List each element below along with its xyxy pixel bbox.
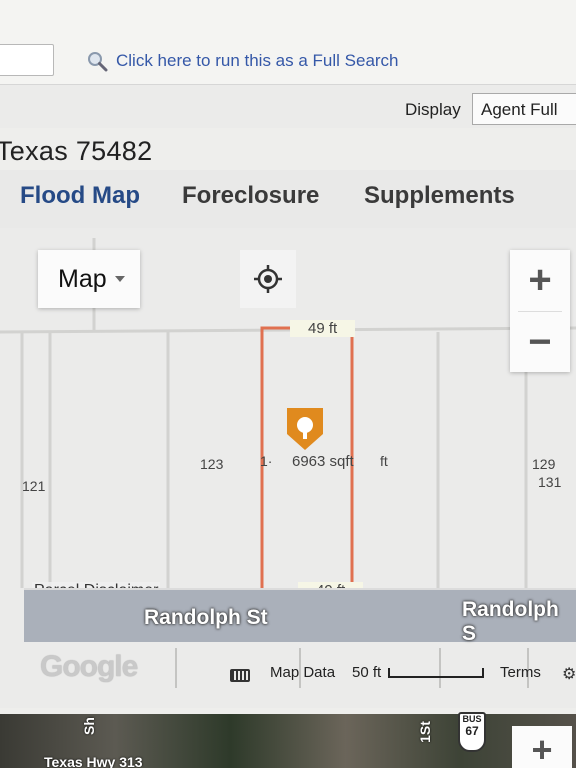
street-label: Randolph St: [144, 606, 268, 629]
highway-shield-icon: BUS 67: [458, 712, 486, 752]
top-bar: Click here to run this as a Full Search: [0, 0, 576, 84]
shield-top-label: BUS: [462, 714, 482, 724]
terms-link[interactable]: Terms: [500, 664, 541, 681]
tab-bar: Flood Map Foreclosure Supplements: [0, 170, 576, 228]
scale-bar: [388, 668, 484, 678]
display-label: Display: [405, 100, 461, 119]
top-dimension-label: 49 ft: [290, 320, 356, 337]
lot-number-label: 121: [22, 478, 46, 494]
search-input[interactable]: [0, 44, 54, 76]
keyboard-icon[interactable]: [230, 669, 250, 682]
map-type-label: Map: [58, 264, 107, 293]
full-search-text[interactable]: Click here to run this as a Full Search: [116, 51, 399, 71]
map-data-link[interactable]: Map Data: [270, 664, 335, 681]
shield-number-label: 67: [465, 724, 479, 738]
side-street-label: 1St: [416, 721, 433, 743]
street-label-right: Randolph S: [462, 598, 559, 645]
property-address: Texas 75482: [0, 136, 153, 166]
locate-button[interactable]: [240, 250, 296, 308]
scale-label: 50 ft: [352, 664, 382, 681]
tab-foreclosure[interactable]: Foreclosure: [182, 182, 319, 210]
display-select[interactable]: Agent Full: [472, 93, 576, 125]
gear-icon[interactable]: ⚙: [562, 664, 576, 684]
zoom-out-button[interactable]: −: [510, 312, 570, 373]
side-street-label: Sh: [80, 717, 97, 735]
road-label: Texas Hwy 313: [44, 754, 143, 768]
right-dimension-label: ft: [380, 453, 388, 469]
zoom-in-button[interactable]: +: [510, 250, 570, 311]
property-pin-icon: [287, 408, 323, 450]
display-row: Display Agent Full: [0, 84, 576, 128]
zoom-control: + −: [510, 250, 570, 372]
chevron-down-icon: [114, 276, 125, 282]
crosshair-icon: [254, 265, 282, 293]
satellite-zoom-in-button[interactable]: +: [512, 726, 572, 768]
tab-supplements[interactable]: Supplements: [364, 182, 515, 210]
parcel-area-label: 6963 sqft: [292, 453, 354, 470]
satellite-map-strip[interactable]: Texas Hwy 313 Sh 1St: [0, 714, 576, 768]
lot-number-label: 123: [200, 456, 224, 472]
google-logo: Google: [40, 650, 138, 683]
magnifier-icon: [88, 52, 108, 72]
lot-number-label: 129: [532, 456, 556, 472]
tab-flood-map[interactable]: Flood Map: [20, 182, 140, 210]
full-search-link[interactable]: Click here to run this as a Full Search: [86, 50, 399, 72]
left-dimension-label: 1·: [260, 453, 273, 469]
map-type-button[interactable]: Map: [38, 250, 140, 308]
lot-number-label: 131: [538, 474, 562, 490]
